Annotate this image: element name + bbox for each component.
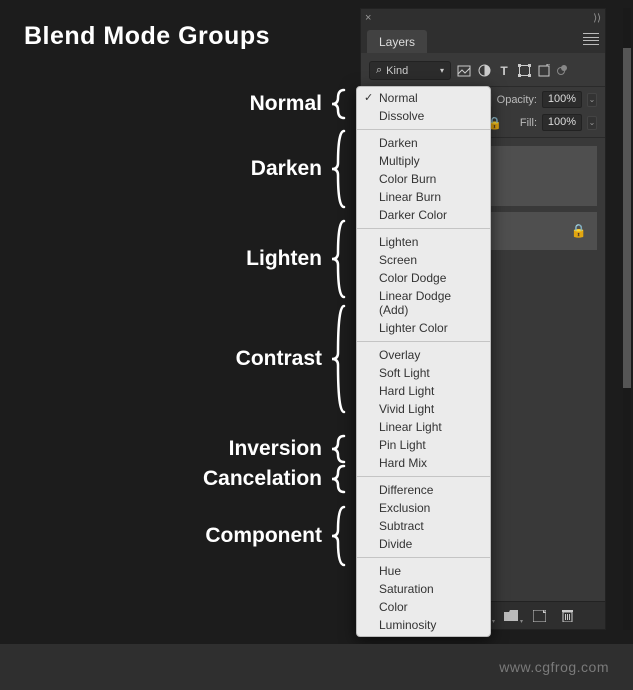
group-label: Cancelation xyxy=(192,467,322,491)
blend-mode-menu: NormalDissolveDarkenMultiplyColor BurnLi… xyxy=(356,86,491,637)
group-label: Contrast xyxy=(192,347,322,371)
blend-mode-item[interactable]: Vivid Light xyxy=(357,400,490,418)
panel-menu-icon[interactable] xyxy=(583,33,599,45)
opacity-label: Opacity: xyxy=(497,94,537,106)
blend-mode-item[interactable]: Linear Dodge (Add) xyxy=(357,287,490,319)
blend-mode-item[interactable]: Color Dodge xyxy=(357,269,490,287)
blend-mode-item[interactable]: Overlay xyxy=(357,346,490,364)
brace-icon xyxy=(330,304,346,414)
blend-mode-item[interactable]: Color Burn xyxy=(357,170,490,188)
blend-mode-item[interactable]: Pin Light xyxy=(357,436,490,454)
brace-icon xyxy=(330,434,346,464)
menu-separator xyxy=(357,129,490,130)
blend-mode-item[interactable]: Luminosity xyxy=(357,616,490,634)
blend-mode-item[interactable]: Dissolve xyxy=(357,107,490,125)
group-label: Component xyxy=(192,524,322,548)
panel-header: × ⟩⟩ xyxy=(361,9,605,27)
brace-icon xyxy=(330,464,346,494)
filter-adjustment-icon[interactable] xyxy=(477,64,491,78)
blend-mode-item[interactable]: Color xyxy=(357,598,490,616)
blend-mode-item[interactable]: Darken xyxy=(357,134,490,152)
blend-mode-item[interactable]: Multiply xyxy=(357,152,490,170)
collapse-icon[interactable]: ⟩⟩ xyxy=(593,13,601,24)
fill-chevron[interactable]: ⌄ xyxy=(587,116,597,130)
folder-icon[interactable]: ▾ xyxy=(504,609,518,623)
brace-icon xyxy=(330,505,346,567)
blend-mode-item[interactable]: Saturation xyxy=(357,580,490,598)
filter-shape-icon[interactable] xyxy=(517,64,531,78)
fill-value[interactable]: 100% xyxy=(542,114,582,131)
layer-lock-icon: 🔒 xyxy=(571,223,587,239)
trash-icon[interactable] xyxy=(560,609,574,623)
menu-separator xyxy=(357,341,490,342)
blend-mode-item[interactable]: Normal xyxy=(357,89,490,107)
blend-mode-item[interactable]: Hard Mix xyxy=(357,454,490,472)
blend-mode-item[interactable]: Linear Light xyxy=(357,418,490,436)
blend-mode-item[interactable]: Divide xyxy=(357,535,490,553)
blend-mode-item[interactable]: Lighten xyxy=(357,233,490,251)
filter-smart-icon[interactable] xyxy=(537,64,551,78)
blend-mode-item[interactable]: Darker Color xyxy=(357,206,490,224)
filter-toggle-icon[interactable] xyxy=(557,67,565,75)
group-label: Darken xyxy=(192,157,322,181)
new-layer-icon[interactable] xyxy=(532,609,546,623)
brace-icon xyxy=(330,219,346,299)
brace-icon xyxy=(330,88,346,120)
opacity-value[interactable]: 100% xyxy=(542,91,582,108)
opacity-chevron[interactable]: ⌄ xyxy=(587,93,597,107)
filter-pixel-icon[interactable] xyxy=(457,64,471,78)
group-label: Inversion xyxy=(192,437,322,461)
blend-mode-item[interactable]: Difference xyxy=(357,481,490,499)
filter-type-icon[interactable]: T xyxy=(497,64,511,78)
tab-row: Layers xyxy=(361,27,605,53)
group-label: Lighten xyxy=(192,247,322,271)
blend-mode-item[interactable]: Hard Light xyxy=(357,382,490,400)
menu-separator xyxy=(357,557,490,558)
filter-row: ⌕Kind ▾ T xyxy=(361,53,605,87)
page-title: Blend Mode Groups xyxy=(24,22,270,51)
tab-layers[interactable]: Layers xyxy=(367,30,427,53)
group-label: Normal xyxy=(192,92,322,116)
blend-mode-item[interactable]: Lighter Color xyxy=(357,319,490,337)
blend-mode-item[interactable]: Exclusion xyxy=(357,499,490,517)
search-icon: ⌕ xyxy=(376,64,382,77)
blend-mode-item[interactable]: Linear Burn xyxy=(357,188,490,206)
blend-mode-item[interactable]: Subtract xyxy=(357,517,490,535)
blend-mode-item[interactable]: Screen xyxy=(357,251,490,269)
fill-label: Fill: xyxy=(520,117,537,129)
scrollbar-thumb[interactable] xyxy=(623,48,631,388)
close-icon[interactable]: × xyxy=(365,12,371,24)
brace-icon xyxy=(330,129,346,209)
blend-mode-item[interactable]: Hue xyxy=(357,562,490,580)
scrollbar[interactable] xyxy=(623,8,631,630)
menu-separator xyxy=(357,476,490,477)
blend-mode-item[interactable]: Soft Light xyxy=(357,364,490,382)
kind-dropdown[interactable]: ⌕Kind ▾ xyxy=(369,61,451,80)
chevron-down-icon: ▾ xyxy=(440,66,444,75)
menu-separator xyxy=(357,228,490,229)
footer: www.cgfrog.com xyxy=(0,644,633,690)
